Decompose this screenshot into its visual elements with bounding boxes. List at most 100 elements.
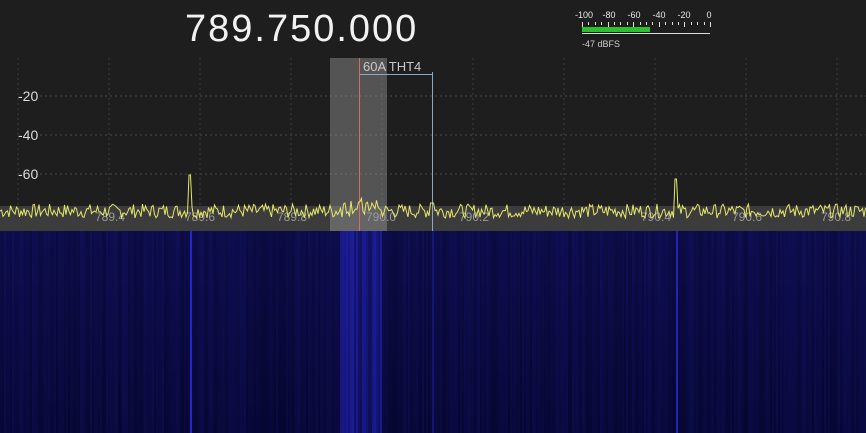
waterfall-column: [338, 231, 340, 433]
waterfall-column: [94, 231, 96, 433]
waterfall-column: [746, 231, 748, 433]
waterfall-column: [784, 231, 786, 433]
waterfall-column: [470, 231, 472, 433]
waterfall-column: [528, 231, 530, 433]
waterfall-column: [250, 231, 252, 433]
waterfall-column: [520, 231, 522, 433]
waterfall-column: [180, 231, 182, 433]
waterfall-column: [46, 231, 48, 433]
waterfall-column: [330, 231, 332, 433]
waterfall-column: [26, 231, 28, 433]
frequency-display[interactable]: 789.750.000: [185, 8, 418, 51]
waterfall-column: [724, 231, 726, 433]
waterfall-column: [604, 231, 606, 433]
waterfall-column: [84, 231, 86, 433]
waterfall-column: [216, 231, 218, 433]
waterfall-column: [708, 231, 710, 433]
waterfall-column: [614, 231, 616, 433]
meter-tick: [710, 22, 711, 27]
waterfall-column: [246, 231, 248, 433]
waterfall-column: [270, 231, 272, 433]
waterfall-column: [48, 231, 50, 433]
waterfall-column: [138, 231, 140, 433]
waterfall-column: [392, 231, 394, 433]
spectrum-panel[interactable]: 60A THT4 -20 -40 -60 789.4 789.6 789.8 7…: [0, 58, 866, 231]
waterfall-display[interactable]: [0, 231, 866, 433]
waterfall-column: [820, 231, 822, 433]
waterfall-column: [588, 231, 590, 433]
waterfall-column: [680, 231, 682, 433]
waterfall-column: [810, 231, 812, 433]
waterfall-column: [98, 231, 100, 433]
waterfall-column: [222, 231, 224, 433]
waterfall-column: [118, 231, 120, 433]
waterfall-column: [692, 231, 694, 433]
waterfall-column: [360, 231, 362, 433]
waterfall-column: [310, 231, 312, 433]
waterfall-column: [796, 231, 798, 433]
waterfall-column: [116, 231, 118, 433]
waterfall-column: [574, 231, 576, 433]
waterfall-column: [12, 231, 14, 433]
waterfall-column: [342, 231, 344, 433]
waterfall-column: [600, 231, 602, 433]
waterfall-column: [322, 231, 324, 433]
waterfall-column: [620, 231, 622, 433]
waterfall-column: [340, 231, 342, 433]
waterfall-column: [382, 231, 384, 433]
waterfall-column: [236, 231, 238, 433]
waterfall-column: [662, 231, 664, 433]
waterfall-column: [570, 231, 572, 433]
waterfall-column: [760, 231, 762, 433]
waterfall-column: [824, 231, 826, 433]
waterfall-column: [696, 231, 698, 433]
waterfall-column: [774, 231, 776, 433]
waterfall-column: [668, 231, 670, 433]
meter-tick: [690, 22, 692, 25]
waterfall-column: [414, 231, 416, 433]
waterfall-column: [260, 231, 262, 433]
waterfall-column: [636, 231, 638, 433]
waterfall-column: [466, 231, 468, 433]
waterfall-column: [410, 231, 412, 433]
waterfall-column: [782, 231, 784, 433]
waterfall-column: [362, 231, 364, 433]
waterfall-column: [336, 231, 338, 433]
waterfall-column: [262, 231, 264, 433]
waterfall-column: [642, 231, 644, 433]
waterfall-column: [812, 231, 814, 433]
waterfall-column: [324, 231, 326, 433]
waterfall-column: [174, 231, 176, 433]
waterfall-column: [258, 231, 260, 433]
waterfall-column: [156, 231, 158, 433]
waterfall-column: [532, 231, 534, 433]
meter-tick: [703, 22, 705, 25]
waterfall-column: [326, 231, 328, 433]
waterfall-column: [366, 231, 368, 433]
waterfall-column: [676, 231, 678, 433]
waterfall-column: [802, 231, 804, 433]
waterfall-column: [402, 231, 404, 433]
waterfall-column: [168, 231, 170, 433]
waterfall-column: [142, 231, 144, 433]
waterfall-column: [404, 231, 406, 433]
waterfall-column: [328, 231, 330, 433]
waterfall-column: [120, 231, 122, 433]
waterfall-column: [264, 231, 266, 433]
waterfall-column: [670, 231, 672, 433]
waterfall-column: [444, 231, 446, 433]
waterfall-column: [718, 231, 720, 433]
waterfall-column: [682, 231, 684, 433]
waterfall-column: [602, 231, 604, 433]
waterfall-column: [80, 231, 82, 433]
waterfall-column: [24, 231, 26, 433]
waterfall-column: [754, 231, 756, 433]
waterfall-column: [546, 231, 548, 433]
waterfall-column: [846, 231, 848, 433]
waterfall-column: [556, 231, 558, 433]
waterfall-column: [294, 231, 296, 433]
waterfall-column: [446, 231, 448, 433]
waterfall-column: [594, 231, 596, 433]
waterfall-column: [418, 231, 420, 433]
waterfall-column: [176, 231, 178, 433]
